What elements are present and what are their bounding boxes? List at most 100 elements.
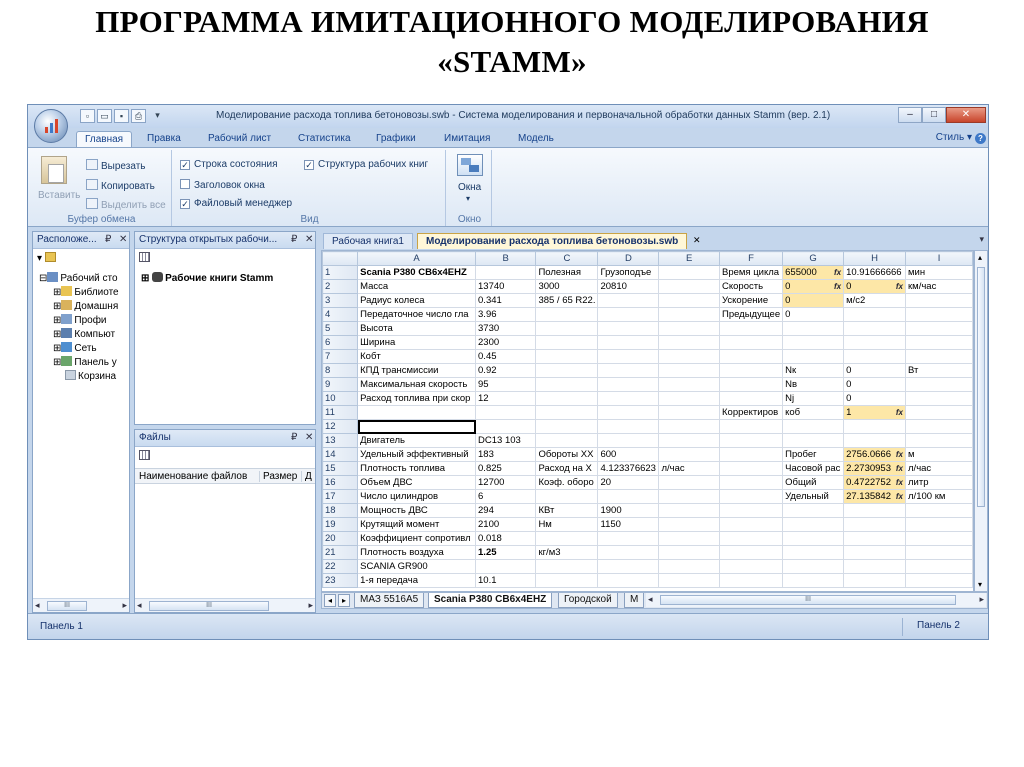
cell[interactable]: Вт bbox=[905, 363, 973, 378]
row-header[interactable]: 22 bbox=[322, 559, 359, 574]
cell[interactable]: Коэф. оборо bbox=[535, 475, 599, 490]
paste-button[interactable]: Вставить bbox=[38, 190, 80, 201]
cell[interactable] bbox=[905, 517, 973, 532]
cell[interactable]: 3730 bbox=[475, 321, 537, 336]
cell[interactable]: 0.341 bbox=[475, 293, 537, 308]
cell[interactable]: м bbox=[905, 447, 973, 462]
scroll-thumb[interactable] bbox=[977, 267, 985, 507]
cell[interactable] bbox=[658, 517, 720, 532]
cell[interactable] bbox=[718, 433, 784, 448]
cell[interactable] bbox=[718, 517, 784, 532]
cell[interactable] bbox=[597, 377, 660, 392]
cell[interactable]: Мощность ДВС bbox=[357, 503, 477, 518]
cell[interactable] bbox=[905, 293, 973, 308]
cell[interactable] bbox=[718, 531, 784, 546]
cell[interactable]: л/час bbox=[905, 461, 973, 476]
close-tab-icon[interactable]: ✕ bbox=[693, 235, 701, 246]
cell[interactable] bbox=[535, 559, 599, 574]
close-icon[interactable]: ✕ bbox=[305, 430, 313, 446]
column-header[interactable]: F bbox=[718, 251, 784, 266]
column-header[interactable]: E bbox=[658, 251, 720, 266]
cell[interactable] bbox=[905, 335, 973, 350]
row-header[interactable]: 9 bbox=[322, 377, 359, 392]
cell[interactable]: 294 bbox=[475, 503, 537, 518]
cell[interactable] bbox=[718, 573, 784, 588]
scroll-right-icon[interactable]: ▸ bbox=[979, 594, 984, 605]
cell[interactable]: Scania P380 CB6x4EHZ bbox=[357, 265, 477, 280]
cell[interactable] bbox=[718, 321, 784, 336]
cell[interactable] bbox=[658, 573, 720, 588]
cell[interactable] bbox=[597, 419, 660, 434]
cell[interactable]: 1.25 bbox=[475, 545, 537, 560]
cell[interactable]: 655000 fx bbox=[782, 265, 845, 280]
cell[interactable] bbox=[718, 475, 784, 490]
cell[interactable]: Расход на X bbox=[535, 461, 599, 476]
cell[interactable] bbox=[905, 419, 973, 434]
row-header[interactable]: 16 bbox=[322, 475, 359, 490]
formula-icon[interactable]: fx bbox=[896, 407, 903, 419]
cell[interactable] bbox=[658, 545, 720, 560]
status-bar-checkbox[interactable]: ✓ Строка состояния bbox=[180, 159, 278, 170]
cell[interactable] bbox=[843, 531, 907, 546]
cell[interactable]: 1900 bbox=[597, 503, 660, 518]
cell[interactable] bbox=[843, 559, 907, 574]
cell[interactable] bbox=[535, 433, 599, 448]
cell[interactable]: л/100 км bbox=[905, 489, 973, 504]
formula-icon[interactable]: fx bbox=[834, 281, 841, 293]
cell[interactable]: SCANIA GR900 bbox=[357, 559, 477, 574]
cell[interactable]: Обороты XX bbox=[535, 447, 599, 462]
cell[interactable] bbox=[535, 405, 599, 420]
cell[interactable]: Крутящий момент bbox=[357, 517, 477, 532]
copy-button[interactable]: Копировать bbox=[86, 179, 155, 192]
file-manager-checkbox[interactable]: ✓ Файловый менеджер bbox=[180, 198, 292, 209]
formula-icon[interactable]: fx bbox=[896, 477, 903, 489]
cell[interactable] bbox=[658, 405, 720, 420]
new-file-icon[interactable]: ▫ bbox=[80, 109, 95, 123]
cell[interactable]: 12 bbox=[475, 391, 537, 406]
cell[interactable] bbox=[658, 293, 720, 308]
cell[interactable] bbox=[658, 349, 720, 364]
cell[interactable]: Ширина bbox=[357, 335, 477, 350]
cell[interactable] bbox=[597, 363, 660, 378]
cell[interactable] bbox=[782, 433, 845, 448]
column-header[interactable]: C bbox=[535, 251, 599, 266]
row-header[interactable]: 21 bbox=[322, 545, 359, 560]
cell[interactable] bbox=[475, 559, 537, 574]
cell[interactable] bbox=[782, 573, 845, 588]
cell[interactable]: 2.2730953 fx bbox=[843, 461, 907, 476]
cell[interactable]: 0 fx bbox=[782, 279, 845, 294]
cell[interactable] bbox=[782, 349, 845, 364]
sheet-hscrollbar[interactable]: ◂ III ▸ bbox=[646, 593, 986, 607]
tab-edit[interactable]: Правка bbox=[139, 131, 189, 148]
tab-statistics[interactable]: Статистика bbox=[290, 131, 359, 148]
cell[interactable] bbox=[597, 559, 660, 574]
cell[interactable] bbox=[718, 559, 784, 574]
cut-button[interactable]: Вырезать bbox=[86, 159, 145, 172]
row-header[interactable]: 8 bbox=[322, 363, 359, 378]
cell[interactable] bbox=[597, 573, 660, 588]
cell[interactable]: Nв bbox=[782, 377, 845, 392]
cell[interactable]: 0.45 bbox=[475, 349, 537, 364]
row-header[interactable]: 7 bbox=[322, 349, 359, 364]
cell[interactable] bbox=[597, 321, 660, 336]
cell[interactable] bbox=[535, 531, 599, 546]
cell[interactable]: КПД трансмиссии bbox=[357, 363, 477, 378]
cell[interactable] bbox=[535, 377, 599, 392]
column-name-header[interactable]: Наименование файлов bbox=[139, 471, 247, 482]
cell[interactable]: Корректиров bbox=[718, 405, 784, 420]
column-header[interactable]: H bbox=[843, 251, 907, 266]
column-header[interactable] bbox=[322, 251, 359, 266]
cell[interactable] bbox=[535, 489, 599, 504]
cell[interactable] bbox=[475, 419, 537, 434]
style-dropdown[interactable]: Стиль ▾ bbox=[936, 132, 972, 143]
row-header[interactable]: 5 bbox=[322, 321, 359, 336]
column-header[interactable]: A bbox=[357, 251, 477, 266]
cell[interactable] bbox=[843, 321, 907, 336]
cell[interactable] bbox=[535, 573, 599, 588]
cell[interactable]: 0.018 bbox=[475, 531, 537, 546]
cell[interactable] bbox=[535, 321, 599, 336]
row-header[interactable]: 4 bbox=[322, 307, 359, 322]
cell[interactable]: 6 bbox=[475, 489, 537, 504]
cell[interactable] bbox=[535, 335, 599, 350]
formula-icon[interactable]: fx bbox=[896, 463, 903, 475]
